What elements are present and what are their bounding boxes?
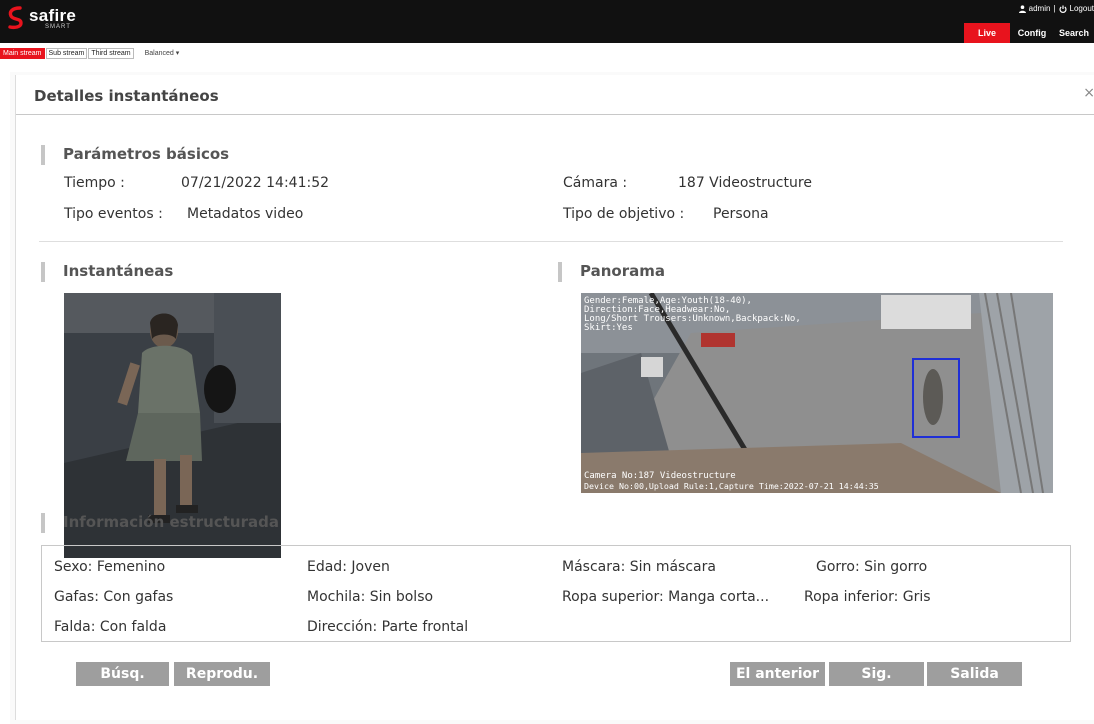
sub-stream-button[interactable]: Sub stream bbox=[45, 47, 88, 59]
search-button[interactable]: Búsq. bbox=[76, 662, 169, 686]
attr-direction: Dirección: Parte frontal bbox=[307, 619, 468, 635]
section-title-structured: Información estructurada bbox=[41, 513, 279, 533]
section-divider bbox=[39, 241, 1063, 242]
section-title-snapshots: Instantáneas bbox=[41, 262, 173, 282]
attr-label: Ropa inferior: bbox=[804, 589, 899, 605]
attr-value: Gris bbox=[902, 589, 931, 605]
previous-button[interactable]: El anterior bbox=[730, 662, 825, 686]
attr-value: Sin bolso bbox=[369, 589, 434, 605]
attr-label: Edad: bbox=[307, 559, 347, 575]
panorama-image[interactable]: Gender:Female,Age:Youth(18-40), Directio… bbox=[581, 293, 1053, 493]
event-type-value: Metadatos video bbox=[187, 206, 304, 222]
snapshot-details-dialog: Detalles instantáneos × Parámetros básic… bbox=[15, 75, 1094, 720]
tab-live[interactable]: Live bbox=[964, 23, 1010, 43]
attr-hat: Gorro: Sin gorro bbox=[816, 559, 927, 575]
playback-button[interactable]: Reprodu. bbox=[174, 662, 270, 686]
panorama-overlay-device: Device No:00,Upload Rule:1,Capture Time:… bbox=[584, 481, 879, 491]
attr-glasses: Gafas: Con gafas bbox=[54, 589, 173, 605]
attr-label: Gafas: bbox=[54, 589, 99, 605]
attr-skirt: Falda: Con falda bbox=[54, 619, 166, 635]
stream-bar: Main stream Sub stream Third stream Bala… bbox=[0, 43, 1094, 63]
attr-value: Femenino bbox=[96, 559, 166, 575]
attr-value: Parte frontal bbox=[381, 619, 469, 635]
event-type-label: Tipo eventos : bbox=[64, 206, 163, 222]
tab-config[interactable]: Config bbox=[1010, 23, 1054, 43]
attr-age: Edad: Joven bbox=[307, 559, 390, 575]
attr-label: Mochila: bbox=[307, 589, 366, 605]
panorama-overlay-camera: Camera No:187 Videostructure bbox=[584, 471, 736, 481]
quality-select[interactable]: Balanced ▾ bbox=[145, 49, 180, 57]
attr-label: Sexo: bbox=[54, 559, 93, 575]
camera-value: 187 Videostructure bbox=[678, 175, 812, 191]
safire-logo-icon bbox=[8, 6, 23, 30]
tab-search[interactable]: Search bbox=[1054, 23, 1094, 43]
attr-value: Con gafas bbox=[103, 589, 174, 605]
attr-mask: Máscara: Sin máscara bbox=[562, 559, 716, 575]
attr-value: Sin gorro bbox=[864, 559, 928, 575]
dialog-header: Detalles instantáneos × bbox=[16, 75, 1094, 115]
attr-lower-clothing: Ropa inferior: Gris bbox=[804, 589, 931, 605]
attr-value: Con falda bbox=[99, 619, 167, 635]
chevron-down-icon: ▾ bbox=[175, 50, 180, 57]
attr-upper-clothing: Ropa superior: Manga corta... bbox=[562, 589, 769, 605]
third-stream-button[interactable]: Third stream bbox=[88, 47, 134, 59]
camera-label: Cámara : bbox=[563, 175, 628, 191]
attr-value: Joven bbox=[351, 559, 390, 575]
attr-sex: Sexo: Femenino bbox=[54, 559, 165, 575]
user-icon bbox=[1018, 4, 1026, 13]
panorama-overlay-line-4: Skirt:Yes bbox=[584, 323, 633, 333]
time-value: 07/21/2022 14:41:52 bbox=[181, 175, 330, 191]
power-icon[interactable] bbox=[1058, 5, 1067, 13]
quality-value: Balanced bbox=[144, 50, 174, 57]
attr-label: Gorro: bbox=[816, 559, 860, 575]
time-label: Tiempo : bbox=[64, 175, 125, 191]
logout-link[interactable]: Logout bbox=[1070, 4, 1094, 13]
user-name[interactable]: admin bbox=[1029, 4, 1051, 13]
main-stream-button[interactable]: Main stream bbox=[0, 47, 45, 59]
attr-backpack: Mochila: Sin bolso bbox=[307, 589, 433, 605]
target-type-value: Persona bbox=[713, 206, 769, 222]
attr-label: Dirección: bbox=[307, 619, 378, 635]
section-title-panorama: Panorama bbox=[558, 262, 665, 282]
logo-name: safire bbox=[29, 5, 77, 25]
attr-value: Sin máscara bbox=[629, 559, 716, 575]
user-separator: | bbox=[1053, 4, 1056, 13]
exit-button[interactable]: Salida bbox=[927, 662, 1022, 686]
next-button[interactable]: Sig. bbox=[829, 662, 924, 686]
dialog-title: Detalles instantáneos bbox=[34, 87, 219, 105]
top-bar: safire SMART admin | Logout Live Config … bbox=[0, 0, 1094, 43]
attr-label: Falda: bbox=[54, 619, 96, 635]
user-area: admin | Logout bbox=[1018, 4, 1094, 13]
attr-label: Ropa superior: bbox=[562, 589, 664, 605]
section-title-basic: Parámetros básicos bbox=[41, 145, 229, 165]
structured-info-box: Sexo: Femenino Edad: Joven Máscara: Sin … bbox=[41, 545, 1071, 642]
close-icon[interactable]: × bbox=[1083, 85, 1094, 101]
target-type-label: Tipo de objetivo : bbox=[563, 206, 685, 222]
attr-value: Manga corta... bbox=[668, 589, 770, 605]
brand-logo: safire SMART bbox=[6, 6, 76, 30]
main-nav: Live Config Search bbox=[964, 23, 1094, 43]
attr-label: Máscara: bbox=[562, 559, 626, 575]
